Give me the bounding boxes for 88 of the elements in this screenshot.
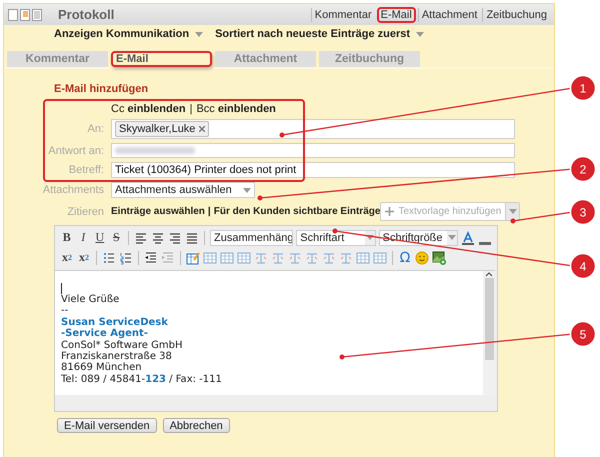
cell-split-icon[interactable] — [271, 250, 285, 264]
align-center-icon[interactable] — [151, 230, 166, 244]
callout-number: 3 — [580, 206, 586, 220]
field-label: Antwort an: — [47, 144, 104, 156]
cell-split-icon[interactable] — [288, 250, 302, 264]
subject-field[interactable]: Ticket (100364) Printer does not print — [111, 162, 515, 178]
special-character-button[interactable]: Ω — [398, 250, 412, 266]
template-dropdown-button[interactable] — [505, 203, 520, 220]
field-label: Zitieren — [66, 206, 104, 218]
caret-icon — [195, 32, 204, 36]
signature-line: -Service Agent- — [61, 328, 149, 340]
plus-icon — [385, 207, 394, 216]
separator: | — [208, 206, 211, 217]
text-line: Tel: 089 / 45841-123 / Fax: -111 — [61, 374, 223, 386]
text-line: Viele Grüße — [61, 294, 120, 306]
show-copy-link[interactable]: Cc einblenden — [111, 103, 186, 115]
remove-icon[interactable] — [199, 126, 206, 132]
callout-badge — [570, 74, 596, 102]
edit-table-icon[interactable] — [186, 250, 200, 264]
filter-dropdown[interactable]: Sortiert nach neueste Einträge zuerst — [215, 28, 424, 40]
caret-icon — [243, 188, 251, 192]
callout-badge — [570, 156, 596, 182]
format-button[interactable]: I — [76, 230, 90, 244]
cell-split-icon[interactable] — [254, 250, 268, 264]
cell-split-icon[interactable] — [322, 250, 336, 264]
layout-icon[interactable] — [20, 8, 30, 20]
callout-number: 5 — [580, 328, 586, 342]
callout-badge — [570, 198, 596, 226]
format-button[interactable]: S — [110, 230, 124, 244]
table-icon[interactable] — [237, 250, 251, 264]
tab[interactable]: E-Mail — [111, 51, 212, 67]
align-left-icon[interactable] — [134, 230, 148, 244]
reply-to-field[interactable] — [111, 143, 515, 158]
text-line: Franziskanerstraße 38 — [61, 351, 173, 362]
panel-title: Protokoll — [58, 7, 114, 22]
table-icon[interactable] — [356, 250, 370, 264]
attachments-select[interactable]: Attachments auswählen — [111, 182, 255, 198]
caret-icon — [448, 235, 456, 240]
callout-number: 1 — [580, 82, 586, 96]
editor-select[interactable]: Schriftart — [296, 230, 376, 246]
signature-line: Susan ServiceDesk — [61, 316, 169, 328]
quote-link[interactable]: Einträge auswählen — [111, 206, 205, 217]
filter-dropdown[interactable]: Anzeigen Kommunikation — [54, 28, 204, 40]
layout-icon[interactable] — [8, 8, 18, 20]
form-button[interactable]: Abbrechen — [162, 418, 230, 433]
field-label: An: — [86, 123, 104, 135]
text-color-icon[interactable] — [460, 230, 475, 244]
caret-icon — [366, 235, 374, 240]
header-link[interactable]: E-Mail — [376, 6, 416, 22]
text-line: -- — [61, 305, 70, 317]
cell-split-icon[interactable] — [305, 250, 319, 264]
quote-link[interactable]: Für den Kunden sichtbare Einträge — [214, 206, 380, 217]
separator: | — [190, 103, 192, 115]
table-icon[interactable] — [373, 250, 387, 264]
scrollbar[interactable] — [483, 271, 495, 395]
justify-icon[interactable] — [185, 230, 200, 244]
section-heading: E-Mail hinzufügen — [54, 83, 150, 95]
callout-number: 4 — [580, 260, 586, 274]
text-line: 81669 München — [61, 362, 143, 374]
outdent-icon[interactable] — [144, 250, 158, 264]
header-link[interactable]: Zeitbuchung — [482, 8, 550, 22]
editor-select[interactable]: Schriftgröße — [378, 230, 458, 246]
form-button[interactable]: E-Mail versenden — [57, 418, 157, 433]
callout-badge — [570, 252, 596, 280]
header-link[interactable]: Attachment — [418, 8, 480, 22]
align-right-icon[interactable] — [168, 230, 182, 244]
smiley-icon[interactable] — [415, 250, 429, 264]
cell-split-icon[interactable] — [339, 250, 353, 264]
bullet-list-icon[interactable] — [102, 250, 116, 264]
table-icon[interactable] — [220, 250, 234, 264]
recipient-field[interactable]: Skywalker,Luke — [111, 119, 515, 139]
caret-icon — [508, 209, 517, 214]
format-button[interactable]: U — [93, 230, 107, 244]
image-icon[interactable] — [432, 250, 446, 264]
show-copy-link[interactable]: Bcc einblenden — [196, 103, 276, 115]
format-button[interactable]: B — [60, 230, 74, 244]
header-link[interactable]: Kommentar — [310, 8, 375, 22]
scroll-up-icon[interactable] — [485, 271, 493, 277]
field-label: Attachments — [42, 184, 104, 196]
numbered-list-icon[interactable] — [119, 250, 133, 264]
table-icon[interactable] — [203, 250, 217, 264]
callout-number: 2 — [580, 162, 586, 176]
layout-icon[interactable] — [32, 8, 42, 20]
callout-badge — [570, 320, 596, 348]
recipient-chip[interactable]: Skywalker,Luke — [115, 121, 210, 137]
text-line: ConSol* Software GmbH — [61, 340, 184, 351]
caret-icon — [416, 32, 424, 36]
field-label: Betreff: — [68, 164, 104, 176]
